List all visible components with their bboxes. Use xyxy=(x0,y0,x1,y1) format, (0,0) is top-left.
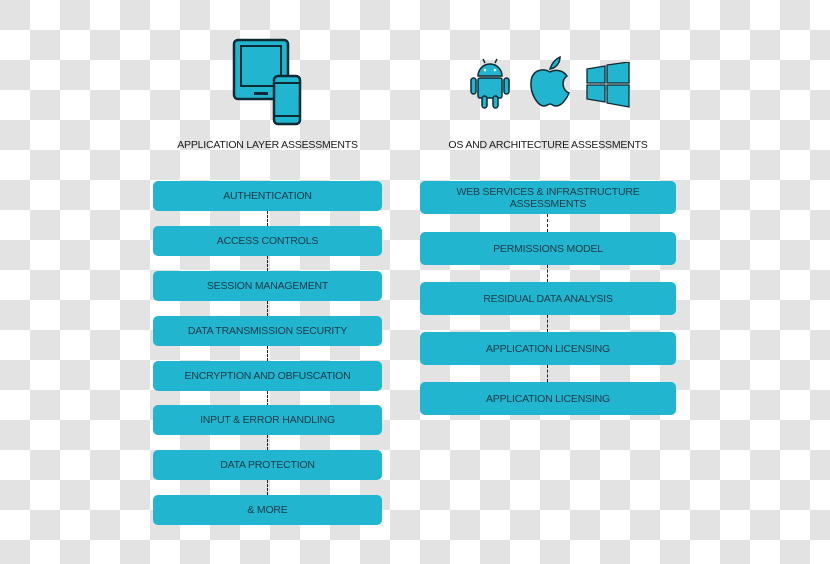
connector xyxy=(547,365,548,382)
tablet-and-phone-icon xyxy=(232,38,302,126)
os-architecture-heading: OS AND ARCHITECTURE ASSESSMENTS xyxy=(448,139,648,151)
step-label: ACCESS CONTROLS xyxy=(216,235,319,247)
step-and-more[interactable]: & MORE xyxy=(153,495,382,525)
connector xyxy=(267,480,268,495)
windows-icon xyxy=(586,62,630,108)
step-web-services-infrastructure[interactable]: WEB SERVICES & INFRASTRUCTURE ASSESSMENT… xyxy=(420,181,676,214)
step-input-error-handling[interactable]: INPUT & ERROR HANDLING xyxy=(153,405,382,435)
step-label: WEB SERVICES & INFRASTRUCTURE ASSESSMENT… xyxy=(456,185,640,210)
connector xyxy=(267,435,268,450)
step-label: AUTHENTICATION xyxy=(223,190,312,202)
step-label: INPUT & ERROR HANDLING xyxy=(200,414,335,426)
step-label: DATA TRANSMISSION SECURITY xyxy=(187,325,348,337)
step-access-controls[interactable]: ACCESS CONTROLS xyxy=(153,226,382,256)
step-data-protection[interactable]: DATA PROTECTION xyxy=(153,450,382,480)
step-label: ENCRYPTION AND OBFUSCATION xyxy=(184,370,351,382)
connector xyxy=(267,301,268,316)
step-authentication[interactable]: AUTHENTICATION xyxy=(153,181,382,211)
step-label: PERMISSIONS MODEL xyxy=(493,242,603,255)
step-encryption-obfuscation[interactable]: ENCRYPTION AND OBFUSCATION xyxy=(153,361,382,391)
android-icon xyxy=(470,58,510,109)
step-label: DATA PROTECTION xyxy=(220,459,315,471)
step-session-management[interactable]: SESSION MANAGEMENT xyxy=(153,271,382,301)
step-application-licensing-2[interactable]: APPLICATION LICENSING xyxy=(420,382,676,415)
step-permissions-model[interactable]: PERMISSIONS MODEL xyxy=(420,232,676,265)
connector xyxy=(547,265,548,282)
connector xyxy=(267,256,268,271)
application-layer-heading: APPLICATION LAYER ASSESSMENTS xyxy=(177,139,358,151)
step-application-licensing[interactable]: APPLICATION LICENSING xyxy=(420,332,676,365)
connector xyxy=(267,211,268,226)
step-residual-data-analysis[interactable]: RESIDUAL DATA ANALYSIS xyxy=(420,282,676,315)
step-label: SESSION MANAGEMENT xyxy=(206,280,329,292)
connector xyxy=(547,315,548,332)
step-label: RESIDUAL DATA ANALYSIS xyxy=(483,292,613,305)
step-label: & MORE xyxy=(247,504,288,516)
connector xyxy=(267,346,268,361)
step-data-transmission-security[interactable]: DATA TRANSMISSION SECURITY xyxy=(153,316,382,346)
connector xyxy=(547,214,548,232)
step-label: APPLICATION LICENSING xyxy=(486,392,610,405)
step-label: APPLICATION LICENSING xyxy=(486,342,610,355)
apple-icon xyxy=(530,56,570,107)
connector xyxy=(267,391,268,406)
